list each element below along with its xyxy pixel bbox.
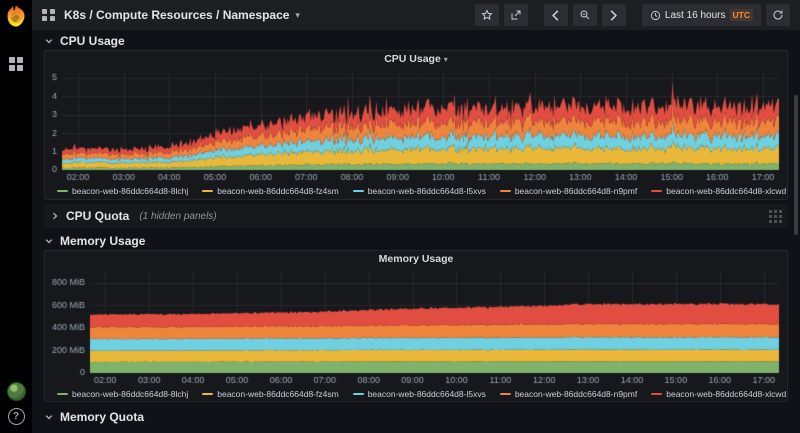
series-color-marker: [57, 190, 68, 192]
series-color-marker: [353, 190, 364, 192]
time-range-label: Last 16 hours: [665, 10, 726, 21]
chevron-right-icon: [609, 10, 618, 21]
refresh-icon: [772, 9, 784, 21]
timezone-badge: UTC: [730, 9, 753, 21]
chevron-down-icon: [44, 412, 54, 422]
chevron-down-icon: ▾: [444, 55, 448, 64]
series-name: beacon-web-86ddc664d8-l5xvs: [368, 389, 486, 399]
grafana-logo-icon[interactable]: [3, 3, 29, 29]
panel-title-text: Memory Usage: [379, 253, 454, 265]
cpu-usage-chart[interactable]: [47, 67, 785, 183]
section-memory-quota[interactable]: Memory Quota: [44, 408, 788, 426]
legend-item[interactable]: beacon-web-86ddc664d8-fz4sm: [202, 389, 338, 399]
navbar: K8s / Compute Resources / Namespace ▾ La…: [32, 0, 800, 30]
legend-item[interactable]: beacon-web-86ddc664d8-n9pmf: [500, 186, 637, 196]
legend-item[interactable]: beacon-web-86ddc664d8-n9pmf: [500, 389, 637, 399]
panel-title-memory[interactable]: Memory Usage: [45, 251, 787, 267]
share-dashboard-button[interactable]: [504, 4, 528, 26]
legend-item[interactable]: beacon-web-86ddc664d8-l5xvs: [353, 186, 486, 196]
refresh-button[interactable]: [766, 4, 790, 26]
series-color-marker: [651, 393, 662, 395]
series-name: beacon-web-86ddc664d8-l5xvs: [368, 186, 486, 196]
series-name: beacon-web-86ddc664d8-fz4sm: [217, 389, 338, 399]
series-color-marker: [500, 190, 511, 192]
zoom-out-time-button[interactable]: [573, 4, 597, 26]
section-label: CPU Usage: [60, 34, 125, 48]
chevron-down-icon: [44, 36, 54, 46]
series-name: beacon-web-86ddc664d8-8lchj: [72, 389, 188, 399]
chevron-right-icon: [50, 211, 60, 221]
panel-title-cpu[interactable]: CPU Usage ▾: [45, 51, 787, 67]
sidebar: ?: [0, 0, 32, 433]
memory-legend: beacon-web-86ddc664d8-8lchj beacon-web-86…: [45, 386, 787, 401]
chevron-down-icon: ▾: [295, 10, 300, 21]
star-dashboard-button[interactable]: [475, 4, 499, 26]
dashboard-title-button[interactable]: K8s / Compute Resources / Namespace ▾: [42, 8, 300, 22]
drag-handle-icon[interactable]: [769, 210, 782, 223]
legend-item[interactable]: beacon-web-86ddc664d8-8lchj: [57, 186, 188, 196]
series-color-marker: [651, 190, 662, 192]
series-color-marker: [353, 393, 364, 395]
series-color-marker: [202, 190, 213, 192]
panel-memory-usage: Memory Usage beacon-web-86ddc664d8-8lchj…: [44, 250, 788, 402]
cpu-legend: beacon-web-86ddc664d8-8lchj beacon-web-86…: [45, 183, 787, 198]
dashboard-grid-icon: [42, 9, 56, 21]
dashboards-icon[interactable]: [9, 57, 23, 71]
chevron-down-icon: [44, 236, 54, 246]
share-icon: [510, 9, 522, 21]
series-name: beacon-web-86ddc664d8-xlcwd: [666, 186, 786, 196]
help-icon[interactable]: ?: [8, 408, 25, 425]
section-label: CPU Quota: [66, 209, 129, 223]
panel-title-text: CPU Usage: [384, 53, 441, 65]
section-label: Memory Quota: [60, 410, 144, 424]
series-color-marker: [500, 393, 511, 395]
time-range-picker[interactable]: Last 16 hours UTC: [642, 4, 761, 26]
series-name: beacon-web-86ddc664d8-n9pmf: [515, 389, 637, 399]
chevron-left-icon: [551, 10, 560, 21]
series-color-marker: [57, 393, 68, 395]
series-name: beacon-web-86ddc664d8-xlcwd: [666, 389, 786, 399]
panel-cpu-usage: CPU Usage ▾ beacon-web-86ddc664d8-8lchjb…: [44, 50, 788, 200]
legend-item[interactable]: beacon-web-86ddc664d8-fz4sm: [202, 186, 338, 196]
series-color-marker: [202, 393, 213, 395]
zoom-out-icon: [579, 9, 591, 21]
series-name: beacon-web-86ddc664d8-n9pmf: [515, 186, 637, 196]
dashboard-title: K8s / Compute Resources / Namespace: [64, 8, 289, 22]
scrollbar-thumb[interactable]: [794, 95, 798, 235]
legend-item[interactable]: beacon-web-86ddc664d8-xlcwd: [651, 186, 786, 196]
legend-item[interactable]: beacon-web-86ddc664d8-xlcwd: [651, 389, 786, 399]
star-icon: [481, 9, 493, 21]
user-avatar[interactable]: [7, 382, 26, 401]
legend-item[interactable]: beacon-web-86ddc664d8-l5xvs: [353, 389, 486, 399]
series-name: beacon-web-86ddc664d8-fz4sm: [217, 186, 338, 196]
time-range-forward-button[interactable]: [602, 4, 626, 26]
legend-item[interactable]: beacon-web-86ddc664d8-8lchj: [57, 389, 188, 399]
dashboard-content: CPU Usage CPU Usage ▾ beacon-web-86ddc66…: [32, 30, 800, 433]
clock-icon: [650, 10, 661, 21]
section-label: Memory Usage: [60, 234, 145, 248]
section-memory-usage[interactable]: Memory Usage: [44, 232, 788, 250]
series-name: beacon-web-86ddc664d8-8lchj: [72, 186, 188, 196]
section-cpu-usage[interactable]: CPU Usage: [44, 32, 788, 50]
hidden-panels-note: (1 hidden panels): [139, 211, 216, 222]
memory-usage-chart[interactable]: [47, 267, 785, 386]
time-range-back-button[interactable]: [544, 4, 568, 26]
section-cpu-quota[interactable]: CPU Quota (1 hidden panels): [44, 204, 788, 228]
